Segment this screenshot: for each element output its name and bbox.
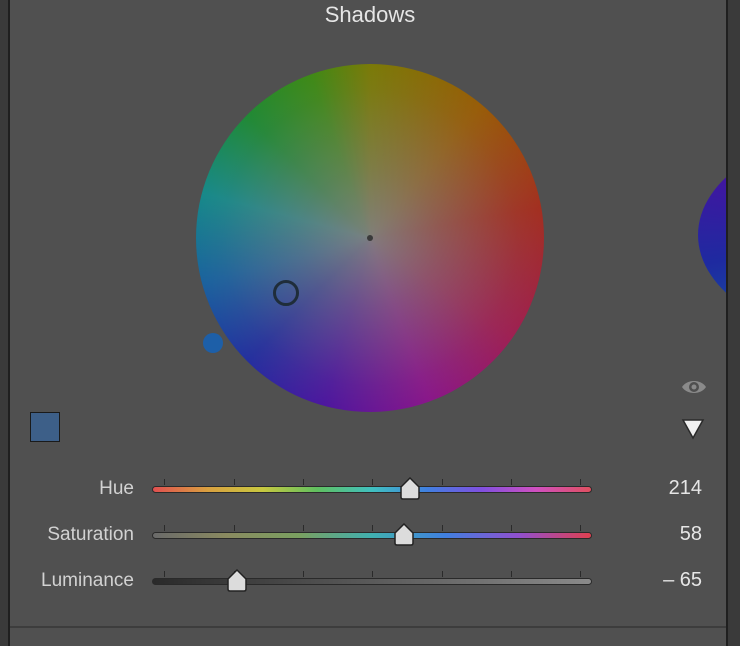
luminance-tick bbox=[164, 571, 165, 577]
color-wheel-handle[interactable] bbox=[273, 280, 299, 306]
luminance-label: Luminance bbox=[41, 570, 134, 591]
color-grading-panel: Shadows Hue 214 Saturation 58 Luminance … bbox=[0, 0, 740, 646]
luminance-tick bbox=[511, 571, 512, 577]
panel-title: Shadows bbox=[324, 2, 416, 27]
luminance-tick bbox=[580, 571, 581, 577]
saturation-tick bbox=[303, 525, 304, 531]
panel-left-edge bbox=[0, 0, 10, 646]
color-swatch[interactable] bbox=[30, 412, 60, 442]
saturation-slider-track[interactable] bbox=[152, 532, 592, 539]
hue-ticks bbox=[152, 479, 592, 485]
luminance-ticks bbox=[152, 571, 592, 577]
adjacent-color-wheel bbox=[698, 130, 726, 340]
color-wheel-center bbox=[367, 235, 373, 241]
luminance-value[interactable]: – 65 bbox=[582, 569, 702, 592]
luminance-slider-track[interactable] bbox=[152, 578, 592, 585]
hue-tick bbox=[442, 479, 443, 485]
luminance-tick bbox=[442, 571, 443, 577]
hue-tick bbox=[580, 479, 581, 485]
hue-slider-track[interactable] bbox=[152, 486, 592, 493]
hue-tick bbox=[164, 479, 165, 485]
luminance-tick bbox=[303, 571, 304, 577]
hue-tick bbox=[303, 479, 304, 485]
hue-tick bbox=[234, 479, 235, 485]
saturation-value[interactable]: 58 bbox=[582, 523, 702, 546]
triangle-down-icon[interactable] bbox=[681, 417, 705, 441]
saturation-label: Saturation bbox=[47, 524, 134, 545]
adjacent-color-wheel-disc bbox=[698, 130, 726, 340]
panel-right-edge bbox=[726, 0, 740, 646]
hue-tick bbox=[511, 479, 512, 485]
saturation-tick bbox=[580, 525, 581, 531]
saturation-tick bbox=[164, 525, 165, 531]
saturation-tick bbox=[372, 525, 373, 531]
saturation-ticks bbox=[152, 525, 592, 531]
luminance-tick bbox=[372, 571, 373, 577]
hue-value[interactable]: 214 bbox=[582, 477, 702, 500]
hue-label: Hue bbox=[99, 478, 134, 499]
hue-tick bbox=[372, 479, 373, 485]
saturation-slider-thumb[interactable] bbox=[393, 523, 415, 547]
saturation-handle[interactable] bbox=[203, 333, 223, 353]
saturation-tick bbox=[511, 525, 512, 531]
panel-bottom-divider bbox=[10, 626, 726, 628]
luminance-slider-thumb[interactable] bbox=[226, 569, 248, 593]
hue-slider-thumb[interactable] bbox=[399, 477, 421, 501]
saturation-tick bbox=[442, 525, 443, 531]
saturation-tick bbox=[234, 525, 235, 531]
eye-icon[interactable] bbox=[680, 376, 708, 398]
